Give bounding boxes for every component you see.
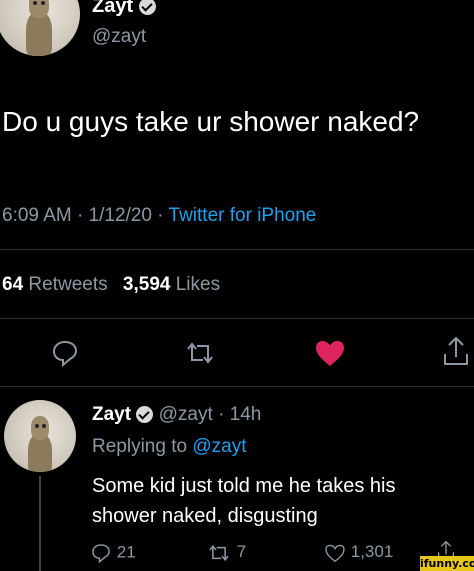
reply-icon [92, 544, 110, 564]
likes-stat[interactable]: 3,594 Likes [123, 274, 220, 295]
heart-outline-icon [325, 544, 345, 562]
likes-count: 3,594 [122, 274, 171, 295]
reply-author-name[interactable]: Zayt [92, 404, 131, 425]
divider [0, 249, 474, 250]
author-avatar[interactable] [0, 0, 80, 56]
author-name-text: Zayt [92, 0, 134, 17]
reply-author-avatar[interactable] [4, 400, 76, 472]
retweets-count: 64 [2, 274, 24, 295]
reply-reply-count: 21 [116, 542, 136, 562]
verified-badge-icon [136, 406, 154, 424]
retweet-icon [209, 544, 229, 561]
tweet-stats: 64 Retweets 3,594 Likes [2, 274, 220, 296]
author-handle[interactable]: @zayt [92, 26, 146, 48]
tweet-text: Do u guys take ur shower naked? [2, 106, 420, 137]
ifunny-watermark: ifunny.co [420, 556, 474, 571]
replying-to-label: Replying to [92, 436, 188, 457]
reply-retweet-button[interactable]: 7 [206, 542, 246, 563]
reply-retweet-count: 7 [236, 542, 247, 561]
divider [0, 386, 474, 387]
heart-icon[interactable] [314, 339, 346, 367]
reply-text-line-2: shower naked, disgusting [92, 505, 318, 527]
reply-reply-button[interactable]: 21 [90, 542, 136, 564]
replying-to: Replying to @zayt [92, 436, 246, 458]
reply-author-handle[interactable]: @zayt [159, 404, 213, 425]
reply-like-count: 1,301 [350, 542, 394, 561]
author-name[interactable]: Zayt [92, 0, 156, 18]
reply-like-button[interactable]: 1,301 [324, 542, 393, 563]
retweets-label: Retweets [28, 274, 108, 295]
tweet-timestamp: 6:09 AM · 1/12/20 · [2, 205, 169, 226]
verified-badge-icon [138, 0, 156, 16]
tweet-source-link[interactable]: Twitter for iPhone [169, 205, 317, 226]
tweet-meta: 6:09 AM · 1/12/20 · Twitter for iPhone [2, 205, 316, 227]
replying-to-handle[interactable]: @zayt [192, 436, 246, 457]
likes-label: Likes [175, 274, 221, 295]
reply-text-line-1: Some kid just told me he takes his [92, 475, 396, 497]
retweets-stat[interactable]: 64 Retweets [2, 274, 108, 295]
reply-action-bar: 21 7 1,301 [0, 540, 474, 571]
reply-time: · 14h [218, 404, 262, 425]
reply-header: Zayt @zayt · 14h [92, 404, 261, 426]
reply-icon[interactable] [50, 338, 80, 368]
retweet-icon[interactable] [183, 340, 217, 366]
divider [0, 318, 474, 319]
share-icon[interactable] [441, 336, 471, 368]
